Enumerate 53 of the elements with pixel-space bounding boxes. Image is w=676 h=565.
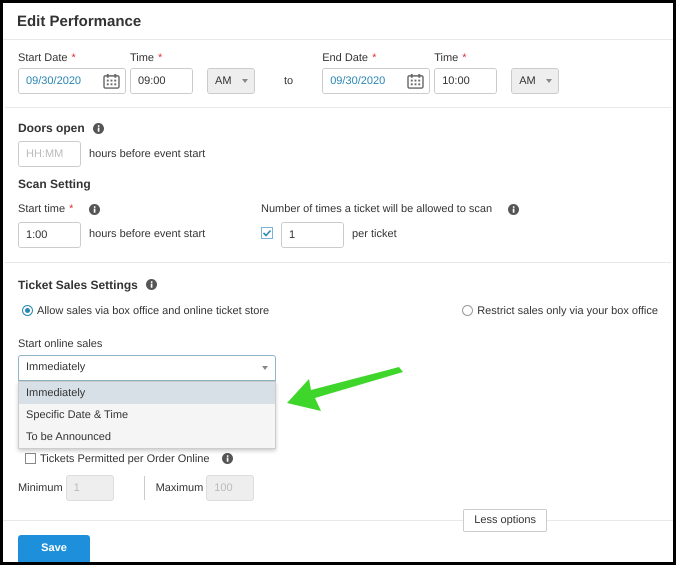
required-marker: * [72, 52, 76, 64]
time-field[interactable]: 10:00 [434, 68, 498, 94]
required-marker: * [158, 52, 162, 64]
caret-icon [262, 366, 268, 370]
caret-icon [546, 79, 552, 83]
time-field[interactable]: 1:00 [18, 222, 81, 248]
section-heading: Doors open [18, 120, 85, 137]
field-label: Start Date [18, 52, 68, 64]
time-field[interactable]: 09:00 [130, 68, 193, 94]
meridiem-select[interactable]: AM [207, 68, 255, 94]
section-heading: Ticket Sales Settings [18, 276, 138, 294]
radio-button[interactable] [22, 305, 33, 316]
section-heading: Scan Setting [18, 176, 92, 193]
calendar-icon[interactable] [407, 74, 424, 88]
info-icon[interactable] [146, 279, 157, 290]
required-marker: * [69, 203, 74, 215]
save-button[interactable]: Save [18, 534, 90, 562]
date-field[interactable]: 09/30/2020 [322, 68, 430, 94]
less-options-button[interactable]: Less options [463, 509, 547, 532]
dropdown-option[interactable]: Specific Date & Time [19, 404, 275, 426]
field-label: Start time [18, 203, 66, 215]
field-suffix: hours before event start [89, 227, 206, 242]
radio-label: Allow sales via box office and online ticket store [37, 304, 270, 318]
meridiem-select[interactable]: AM [511, 68, 560, 94]
info-icon[interactable] [92, 122, 104, 134]
dialog-title: Edit Performance [3, 3, 673, 40]
field-label: Time [434, 52, 458, 64]
field-label: Maximum [156, 480, 204, 496]
required-marker: * [462, 52, 467, 64]
info-icon[interactable] [508, 204, 520, 215]
radio-button[interactable] [462, 305, 474, 316]
info-icon[interactable] [89, 204, 100, 215]
count-field[interactable]: 1 [281, 222, 344, 248]
dropdown-option[interactable]: To be Announced [19, 426, 275, 448]
field-label: End Date [322, 52, 368, 64]
date-field[interactable]: 09/30/2020 [18, 68, 126, 94]
field-suffix: hours before event start [89, 146, 206, 162]
caret-icon [242, 79, 248, 83]
field-label: Start online sales [18, 337, 104, 352]
info-icon[interactable] [222, 453, 233, 464]
calendar-icon[interactable] [103, 74, 120, 88]
time-field[interactable]: HH:MM [18, 141, 81, 167]
checkbox[interactable] [261, 226, 273, 238]
checkbox-label: Tickets Permitted per Order Online [40, 452, 210, 466]
radio-label: Restrict sales only via your box office [477, 304, 658, 318]
field-label: Time [130, 52, 154, 64]
field-label: Number of times a ticket will be allowed to scan [261, 202, 492, 217]
range-separator: to [284, 74, 294, 89]
required-marker: * [372, 52, 376, 64]
field-label: Minimum [18, 480, 63, 496]
dropdown-option[interactable]: Immediately [19, 382, 275, 404]
checkbox[interactable] [25, 453, 36, 464]
field-suffix: per ticket [352, 227, 397, 242]
